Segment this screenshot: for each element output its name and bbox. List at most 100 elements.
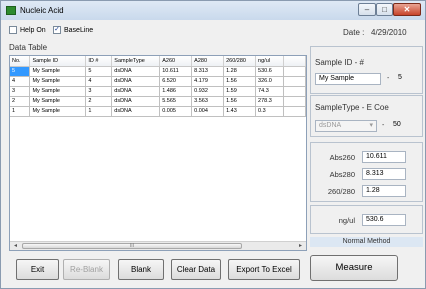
column-header[interactable]: ng/ul [255, 56, 284, 67]
scroll-thumb[interactable]: III [22, 243, 242, 249]
sample-name-field[interactable]: My Sample [315, 73, 381, 85]
clear-data-button[interactable]: Clear Data [171, 259, 221, 280]
maximize-button[interactable]: □ [376, 3, 393, 16]
sample-number-field[interactable]: 5 [395, 73, 417, 85]
table-cell[interactable]: 4 [10, 76, 31, 87]
app-icon [6, 6, 16, 15]
blank-button[interactable]: Blank [118, 259, 164, 280]
table-row[interactable]: 2 My Sample 2 dsDNA 5.565 3.563 1.56 278.3 [10, 96, 306, 107]
help-on-label: Help On [20, 26, 46, 34]
table-cell-filler [283, 76, 306, 87]
table-cell[interactable]: dsDNA [111, 86, 161, 97]
title-bar[interactable]: Nucleic Acid – □ ✕ [1, 1, 425, 20]
table-cell[interactable]: 1.28 [223, 66, 257, 77]
sample-id-label: Sample ID - # [315, 58, 364, 67]
abs280-value: 8.313 [362, 168, 406, 180]
table-cell[interactable]: 10.611 [159, 66, 193, 77]
minimize-button[interactable]: – [358, 3, 376, 16]
sample-id-separator: - [387, 75, 390, 82]
ratio-value: 1.28 [362, 185, 406, 197]
table-cell[interactable]: dsDNA [111, 96, 161, 107]
column-header[interactable]: SampleType [111, 56, 161, 67]
help-on-option[interactable]: Help On [9, 26, 46, 34]
date-value: 4/29/2010 [371, 28, 407, 37]
table-cell[interactable]: 1.59 [223, 86, 257, 97]
table-cell[interactable]: 1.56 [223, 76, 257, 87]
table-cell[interactable]: 4 [85, 76, 113, 87]
abs260-value: 10.611 [362, 151, 406, 163]
table-cell-filler [283, 96, 306, 107]
table-cell[interactable]: 74.3 [255, 86, 284, 97]
table-cell[interactable]: 0.932 [191, 86, 225, 97]
horizontal-scrollbar[interactable]: ◂ III ▸ [10, 241, 306, 250]
table-cell[interactable]: 0.004 [191, 106, 225, 117]
table-row[interactable]: 1 My Sample 1 dsDNA 0.005 0.004 1.43 0.3 [10, 106, 306, 117]
column-header[interactable]: No. [10, 56, 31, 67]
column-header[interactable]: 260/280 [223, 56, 257, 67]
table-cell[interactable]: dsDNA [111, 66, 161, 77]
table-cell[interactable]: 5 [10, 66, 31, 77]
table-cell[interactable]: My Sample [29, 76, 87, 87]
table-cell[interactable]: 3 [85, 86, 113, 97]
table-cell[interactable]: My Sample [29, 66, 87, 77]
dropdown-arrow-icon[interactable]: ▾ [369, 121, 373, 131]
sample-type-label: SampleType - E Coe [315, 103, 389, 112]
table-cell[interactable]: 3.563 [191, 96, 225, 107]
ratio-label: 260/280 [327, 187, 355, 196]
data-table[interactable]: No. Sample ID ID # SampleType A260 A280 260/28… [9, 55, 307, 251]
table-cell[interactable]: My Sample [29, 86, 87, 97]
readings-panel: Abs260 10.611 Abs280 8.313 260/280 1.28 [310, 142, 423, 202]
sample-type-select[interactable]: dsDNA ▾ [315, 120, 377, 132]
table-row[interactable]: 3 My Sample 3 dsDNA 1.486 0.932 1.59 74.3 [10, 86, 306, 97]
table-cell[interactable]: 1 [85, 106, 113, 117]
baseline-option[interactable]: ✓ BaseLine [53, 26, 93, 34]
reblank-button[interactable]: Re-Blank [63, 259, 110, 280]
column-header[interactable]: A260 [159, 56, 193, 67]
table-row[interactable]: 5 My Sample 5 dsDNA 10.611 8.313 1.28 530.6 [10, 66, 306, 77]
table-cell[interactable]: 0.3 [255, 106, 284, 117]
column-header[interactable]: ID # [85, 56, 113, 67]
exit-button[interactable]: Exit [16, 259, 59, 280]
table-cell[interactable]: dsDNA [111, 76, 161, 87]
baseline-checkbox[interactable]: ✓ [53, 26, 61, 34]
table-row[interactable]: 4 My Sample 4 dsDNA 6.520 4.179 1.56 326.0 [10, 76, 306, 87]
table-cell[interactable]: 278.3 [255, 96, 284, 107]
abs260-label: Abs260 [329, 153, 355, 162]
date-label: Date : [343, 28, 365, 37]
sample-type-separator: - [382, 122, 385, 129]
close-button[interactable]: ✕ [393, 3, 421, 16]
measure-button[interactable]: Measure [310, 255, 398, 281]
table-cell-filler [283, 106, 306, 117]
column-header[interactable]: Sample ID [29, 56, 87, 67]
column-header-filler [283, 56, 306, 67]
column-header[interactable]: A280 [191, 56, 225, 67]
table-cell[interactable]: 4.179 [191, 76, 225, 87]
table-cell[interactable]: 2 [85, 96, 113, 107]
table-cell[interactable]: dsDNA [111, 106, 161, 117]
table-cell[interactable]: My Sample [29, 106, 87, 117]
table-cell[interactable]: My Sample [29, 96, 87, 107]
nucleic-acid-window: Nucleic Acid – □ ✕ Help On ✓ BaseLine Da… [0, 0, 426, 289]
concentration-value: 530.6 [362, 214, 406, 226]
table-cell[interactable]: 1.56 [223, 96, 257, 107]
help-on-checkbox[interactable] [9, 26, 17, 34]
table-cell[interactable]: 2 [10, 96, 31, 107]
table-cell[interactable]: 3 [10, 86, 31, 97]
export-excel-button[interactable]: Export To Excel [228, 259, 300, 280]
table-cell[interactable]: 1.43 [223, 106, 257, 117]
coefficient-field[interactable]: 50 [390, 120, 414, 132]
table-cell[interactable]: 6.520 [159, 76, 193, 87]
scroll-left-icon[interactable]: ◂ [11, 242, 20, 250]
table-cell[interactable]: 0.005 [159, 106, 193, 117]
scroll-right-icon[interactable]: ▸ [296, 242, 305, 250]
table-cell[interactable]: 326.0 [255, 76, 284, 87]
table-cell[interactable]: 1 [10, 106, 31, 117]
table-cell[interactable]: 530.6 [255, 66, 284, 77]
table-cell[interactable]: 1.486 [159, 86, 193, 97]
concentration-panel: ng/ul 530.6 [310, 205, 423, 234]
table-cell[interactable]: 8.313 [191, 66, 225, 77]
baseline-label: BaseLine [64, 26, 94, 34]
table-cell[interactable]: 5 [85, 66, 113, 77]
data-table-title: Data Table [9, 43, 48, 52]
table-cell[interactable]: 5.565 [159, 96, 193, 107]
